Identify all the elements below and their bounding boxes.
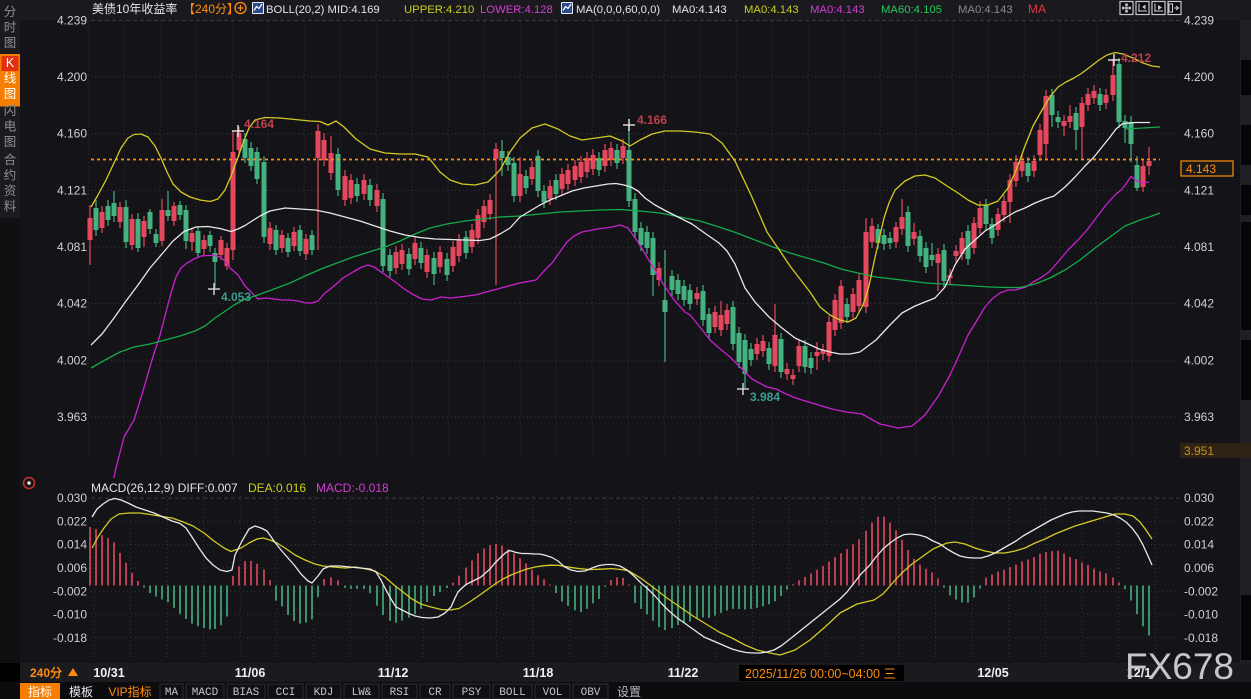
svg-text:线: 线	[4, 72, 17, 86]
svg-text:4.081: 4.081	[57, 240, 87, 254]
svg-text:4.200: 4.200	[57, 70, 87, 84]
svg-text:0.030: 0.030	[1184, 491, 1214, 505]
svg-text:4.166: 4.166	[637, 113, 667, 127]
svg-text:【240分】: 【240分】	[183, 2, 239, 16]
svg-text:11/22: 11/22	[668, 666, 699, 680]
svg-text:闪: 闪	[4, 104, 17, 118]
svg-text:MACD(26,12,9) DIFF:0.007: MACD(26,12,9) DIFF:0.007	[91, 481, 238, 495]
svg-text:4.143: 4.143	[1186, 162, 1216, 176]
svg-text:MA: MA	[1028, 2, 1046, 16]
svg-text:-0.010: -0.010	[1184, 608, 1218, 622]
svg-text:BOLL: BOLL	[499, 687, 525, 699]
svg-text:3.963: 3.963	[1184, 410, 1214, 424]
svg-text:-0.018: -0.018	[53, 631, 87, 645]
svg-text:LW&: LW&	[352, 687, 372, 699]
svg-text:MA0:4.143: MA0:4.143	[744, 4, 799, 16]
svg-text:0.030: 0.030	[57, 491, 87, 505]
svg-text:MA0:4.143: MA0:4.143	[810, 4, 865, 16]
svg-text:0.014: 0.014	[57, 538, 87, 552]
svg-text:0.014: 0.014	[1184, 538, 1214, 552]
svg-text:分: 分	[4, 5, 17, 19]
svg-text:4.002: 4.002	[57, 353, 87, 367]
svg-text:CR: CR	[428, 687, 442, 699]
svg-text:240分: 240分	[30, 665, 62, 680]
svg-text:4.160: 4.160	[1184, 127, 1214, 141]
svg-text:KDJ: KDJ	[314, 687, 334, 699]
svg-text:0.006: 0.006	[57, 561, 87, 575]
svg-text:约: 约	[4, 168, 17, 183]
svg-text:0.022: 0.022	[57, 514, 87, 528]
svg-text:图: 图	[4, 36, 17, 50]
svg-text:4.121: 4.121	[1184, 183, 1214, 197]
svg-text:料: 料	[4, 200, 17, 214]
svg-text:2025/11/26 00:00~04:00 三: 2025/11/26 00:00~04:00 三	[745, 667, 896, 681]
svg-text:FX678: FX678	[1125, 646, 1234, 687]
svg-text:4.002: 4.002	[1184, 353, 1214, 367]
svg-text:MA0:4.143: MA0:4.143	[672, 4, 727, 16]
svg-text:-0.010: -0.010	[53, 608, 87, 622]
svg-text:4.121: 4.121	[57, 183, 87, 197]
svg-text:VIP指标: VIP指标	[108, 684, 151, 699]
svg-text:MACD:-0.018: MACD:-0.018	[316, 481, 389, 495]
svg-text:PSY: PSY	[462, 687, 482, 699]
svg-text:K: K	[6, 56, 15, 70]
svg-text:MACD: MACD	[192, 687, 219, 699]
svg-text:3.963: 3.963	[57, 410, 87, 424]
svg-text:RSI: RSI	[390, 687, 410, 699]
svg-text:-0.002: -0.002	[1184, 584, 1218, 598]
svg-text:图: 图	[4, 87, 17, 101]
svg-text:美债10年收益率: 美债10年收益率	[92, 1, 177, 16]
svg-text:4.164: 4.164	[244, 117, 274, 131]
svg-text:MA0:4.143: MA0:4.143	[958, 4, 1013, 16]
svg-text:设置: 设置	[617, 685, 641, 699]
svg-text:4.081: 4.081	[1184, 240, 1214, 254]
svg-text:BOLL(20,2) MID:4.169: BOLL(20,2) MID:4.169	[266, 4, 380, 16]
svg-text:4.239: 4.239	[1184, 14, 1214, 28]
svg-text:4.042: 4.042	[1184, 297, 1214, 311]
svg-text:4.160: 4.160	[57, 127, 87, 141]
svg-text:OBV: OBV	[581, 687, 601, 699]
svg-text:合: 合	[4, 152, 17, 167]
svg-text:4.042: 4.042	[57, 297, 87, 311]
svg-text:图: 图	[4, 135, 17, 149]
svg-text:-0.018: -0.018	[1184, 631, 1218, 645]
svg-text:CCI: CCI	[276, 687, 296, 699]
svg-text:资: 资	[4, 184, 17, 198]
svg-text:11/06: 11/06	[235, 666, 266, 680]
svg-text:11/12: 11/12	[378, 666, 409, 680]
svg-text:BIAS: BIAS	[233, 687, 260, 699]
svg-text:指标: 指标	[28, 684, 52, 699]
svg-text:UPPER:4.210: UPPER:4.210	[404, 4, 474, 16]
svg-text:MA(0,0,0,60,0,0): MA(0,0,0,60,0,0)	[576, 4, 660, 16]
svg-text:模板: 模板	[69, 685, 93, 699]
svg-text:4.239: 4.239	[57, 14, 87, 28]
svg-text:-0.002: -0.002	[53, 584, 87, 598]
svg-text:3.951: 3.951	[1184, 444, 1214, 458]
svg-text:VOL: VOL	[543, 687, 563, 699]
svg-text:12/05: 12/05	[977, 666, 1008, 680]
svg-text:时: 时	[4, 21, 17, 35]
svg-text:MA: MA	[165, 687, 179, 699]
svg-text:0.022: 0.022	[1184, 514, 1214, 528]
svg-text:0.006: 0.006	[1184, 561, 1214, 575]
svg-text:DEA:0.016: DEA:0.016	[248, 481, 306, 495]
svg-text:10/31: 10/31	[93, 666, 124, 680]
svg-text:11/18: 11/18	[523, 666, 554, 680]
svg-text:4.053: 4.053	[221, 290, 251, 304]
svg-text:电: 电	[4, 120, 17, 134]
svg-text:LOWER:4.128: LOWER:4.128	[480, 4, 553, 16]
svg-text:4.200: 4.200	[1184, 70, 1214, 84]
svg-text:3.984: 3.984	[750, 390, 780, 404]
svg-text:MA60:4.105: MA60:4.105	[881, 4, 942, 16]
svg-text:4.212: 4.212	[1121, 51, 1151, 65]
